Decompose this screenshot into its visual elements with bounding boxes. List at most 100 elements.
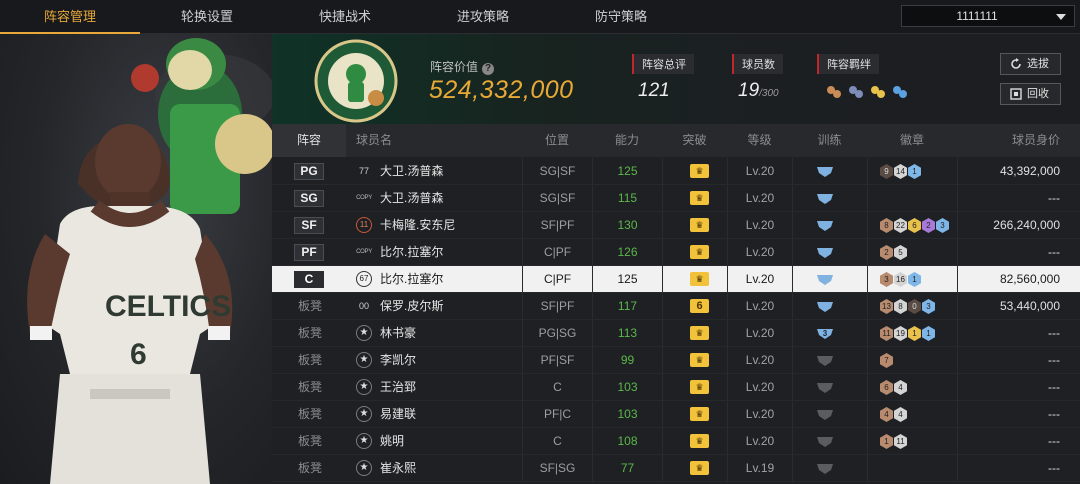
badges-cell: 3 16 1 [867, 266, 957, 292]
player-level: Lv.20 [727, 401, 792, 427]
select-button[interactable]: 选拔 [1000, 53, 1061, 75]
table-row[interactable]: 板凳 ★ 王治郅 C 103 ♛ Lv.20 6 4 --- [272, 374, 1080, 401]
player-level: Lv.20 [727, 212, 792, 238]
tab-quick-tactics[interactable]: 快捷战术 [275, 0, 415, 34]
table-row[interactable]: SG COPY 大卫.汤普森 SG|SF 115 ♛ Lv.20 --- [272, 185, 1080, 212]
col-header-position[interactable]: 位置 [522, 124, 592, 157]
table-row[interactable]: SF 11 卡梅隆.安东尼 SF|PF 130 ♛ Lv.20 8 22 6 2 3 266,240,0… [272, 212, 1080, 239]
breakthrough-cell: ♛ [662, 212, 727, 238]
tab-lineup-management[interactable]: 阵容管理 [0, 0, 140, 34]
recycle-icon [1010, 88, 1022, 100]
col-header-player-value[interactable]: 球员身价 [957, 124, 1080, 157]
table-row[interactable]: C 67 比尔.拉塞尔 C|PF 125 ♛ Lv.20 3 16 1 82,560,000 [272, 266, 1080, 293]
badge-hex-icon: 16 [894, 272, 907, 287]
table-header: 阵容 球员名 位置 能力 突破 等级 训练 徽章 球员身价 [272, 124, 1080, 157]
breakthrough-cell: ♛ [662, 455, 727, 481]
player-count-max: /300 [759, 88, 779, 99]
badge-hex-icon: 1 [908, 164, 921, 179]
table-row[interactable]: 板凳 ★ 林书豪 PG|SG 113 ♛ Lv.20 3 11 19 1 1 --- [272, 320, 1080, 347]
player-name[interactable]: 比尔.拉塞尔 [380, 266, 443, 292]
help-icon[interactable]: ? [482, 63, 495, 75]
player-name[interactable]: 大卫.汤普森 [380, 158, 443, 184]
player-name[interactable]: 李凯尔 [380, 347, 416, 373]
badge-hex-icon: 4 [880, 407, 893, 422]
col-header-badges[interactable]: 徽章 [867, 124, 957, 157]
jersey-number: 11 [356, 217, 372, 233]
training-shield-icon [817, 302, 833, 312]
player-name[interactable]: 保罗.皮尔斯 [380, 293, 443, 319]
badges-cell: 1 11 [867, 428, 957, 454]
bench-label: 板凳 [298, 461, 323, 475]
crown-icon: ♛ [690, 218, 709, 232]
player-ability: 117 [592, 293, 662, 319]
bench-label: 板凳 [298, 380, 323, 394]
badge-hex-icon: 5 [894, 245, 907, 260]
col-header-player-name[interactable]: 球员名 [346, 124, 456, 157]
crown-icon: ♛ [690, 245, 709, 259]
table-row[interactable]: 板凳 ★ 易建联 PF|C 103 ♛ Lv.20 4 4 --- [272, 401, 1080, 428]
badge-hex-icon: 0 [908, 299, 921, 314]
player-position: C|PF [522, 266, 592, 292]
table-row[interactable]: PF COPY 比尔.拉塞尔 C|PF 126 ♛ Lv.20 2 5 --- [272, 239, 1080, 266]
badge-hex-icon: 6 [880, 380, 893, 395]
player-ability: 108 [592, 428, 662, 454]
jersey-number: COPY [356, 249, 372, 255]
player-position: SF|SG [522, 455, 592, 481]
table-row[interactable]: 板凳 ★ 李凯尔 PF|SF 99 ♛ Lv.20 7 --- [272, 347, 1080, 374]
training-cell: 3 [792, 320, 867, 346]
breakthrough-cell: ♛ [662, 428, 727, 454]
table-row[interactable]: 板凳 00 保罗.皮尔斯 SF|PF 117 6 Lv.20 13 8 0 3 53,440,000 [272, 293, 1080, 320]
col-header-ability[interactable]: 能力 [592, 124, 662, 157]
player-name[interactable]: 比尔.拉塞尔 [380, 239, 443, 265]
player-name[interactable]: 大卫.汤普森 [380, 185, 443, 211]
badge-hex-icon: 4 [894, 380, 907, 395]
table-row[interactable]: 板凳 ★ 姚明 C 108 ♛ Lv.20 1 11 --- [272, 428, 1080, 455]
table-row[interactable]: 板凳 ★ 崔永熙 SF|SG 77 ♛ Lv.19 --- [272, 455, 1080, 482]
player-position: C [522, 374, 592, 400]
jersey-number: 00 [358, 301, 369, 311]
badges-cell: 8 22 6 2 3 [867, 212, 957, 238]
breakthrough-cell: ♛ [662, 266, 727, 292]
table-row[interactable]: PG 77 大卫.汤普森 SG|SF 125 ♛ Lv.20 9 14 1 43,392,000 [272, 158, 1080, 185]
player-name[interactable]: 易建联 [380, 401, 416, 427]
player-name[interactable]: 林书豪 [380, 320, 416, 346]
tab-offense-strategy[interactable]: 进攻策略 [413, 0, 553, 34]
svg-text:CELTICS: CELTICS [105, 290, 231, 323]
badge-list: 13 8 0 3 [880, 299, 936, 314]
player-value: --- [957, 401, 1080, 427]
player-name[interactable]: 卡梅隆.安东尼 [380, 212, 455, 238]
star-icon: ★ [356, 379, 372, 395]
player-portrait: CELTICS 6 [0, 34, 272, 484]
training-shield-icon [817, 383, 833, 393]
bond-icons[interactable] [817, 80, 913, 108]
lineup-header: 阵容价值? 524,332,000 阵容总评 121 球员数 19/300 阵容… [272, 34, 1080, 124]
training-shield-icon [817, 464, 833, 474]
player-name[interactable]: 王治郅 [380, 374, 416, 400]
badges-cell: 13 8 0 3 [867, 293, 957, 319]
player-level: Lv.20 [727, 347, 792, 373]
badge-hex-icon: 1 [880, 434, 893, 449]
crown-icon: ♛ [690, 272, 709, 286]
tab-defense-strategy[interactable]: 防守策略 [551, 0, 691, 34]
badge-hex-icon: 6 [908, 218, 921, 233]
training-cell [792, 401, 867, 427]
col-header-breakthrough[interactable]: 突破 [662, 124, 727, 157]
player-value: --- [957, 239, 1080, 265]
col-header-lineup[interactable]: 阵容 [272, 124, 346, 157]
recycle-button[interactable]: 回收 [1000, 83, 1061, 105]
player-name[interactable]: 姚明 [380, 428, 404, 454]
player-level: Lv.20 [727, 293, 792, 319]
crown-icon: 6 [690, 299, 709, 313]
badges-cell: 44 [867, 401, 957, 427]
col-header-level[interactable]: 等级 [727, 124, 792, 157]
badge-hex-icon: 13 [880, 299, 893, 314]
tab-rotation-settings[interactable]: 轮换设置 [137, 0, 277, 34]
bench-label: 板凳 [298, 326, 323, 340]
jersey-number: 77 [358, 166, 369, 176]
col-header-training[interactable]: 训练 [792, 124, 867, 157]
player-name[interactable]: 崔永熙 [380, 455, 416, 481]
team-select-dropdown[interactable]: 1111111 [901, 5, 1075, 27]
lineup-value-label-text: 阵容价值 [430, 60, 479, 74]
player-value: --- [957, 428, 1080, 454]
training-shield-icon [817, 248, 833, 258]
